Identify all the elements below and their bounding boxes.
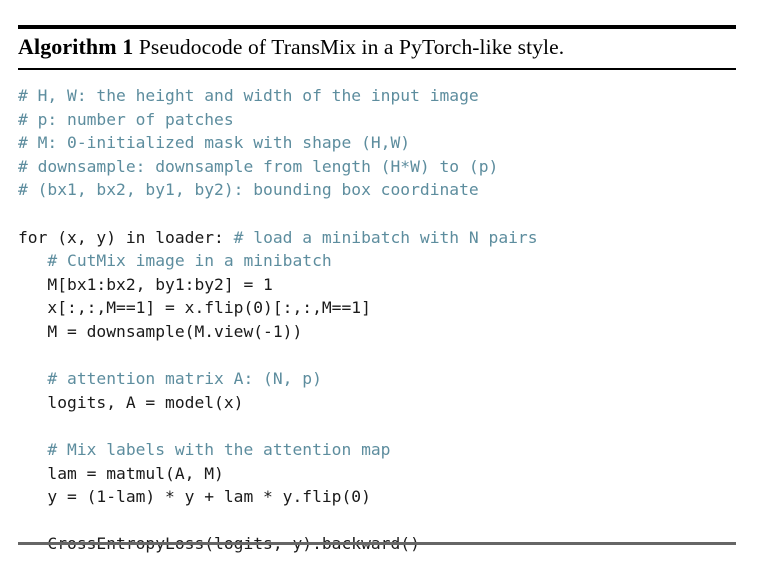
comment-span: # load a minibatch with N pairs: [233, 227, 538, 247]
code-line-comment: # p: number of patches: [18, 109, 234, 129]
algorithm-caption: Pseudocode of TransMix in a PyTorch-like…: [133, 35, 565, 59]
code-line-code: y = (1-lam) * y + lam * y.flip(0): [18, 487, 371, 507]
code-line-code: M[bx1:bx2, by1:by2] = 1: [18, 274, 273, 294]
algorithm-number-label: Algorithm 1: [18, 34, 134, 59]
algorithm-block: Algorithm 1 Pseudocode of TransMix in a …: [18, 0, 736, 562]
code-line-code: x[:,:,M==1] = x.flip(0)[:,:,M==1]: [18, 298, 371, 318]
code-line-comment: # M: 0-initialized mask with shape (H,W): [18, 133, 411, 153]
algorithm-header-rule: [18, 68, 736, 70]
code-line-comment: # downsample: downsample from length (H*…: [18, 156, 499, 176]
code-line-code: logits, A = model(x): [18, 392, 244, 412]
code-span: for (x, y) in loader:: [18, 227, 234, 247]
code-line-code: lam = matmul(A, M): [18, 463, 224, 483]
code-line-comment: # Mix labels with the attention map: [18, 439, 391, 459]
algorithm-title: Algorithm 1 Pseudocode of TransMix in a …: [18, 33, 736, 61]
code-line-comment: # attention matrix A: (N, p): [18, 369, 322, 389]
code-line-comment: # (bx1, bx2, by1, by2): bounding box coo…: [18, 180, 479, 200]
code-line-mixed: for (x, y) in loader: # load a minibatch…: [18, 226, 736, 250]
algorithm-top-rule: [18, 25, 736, 29]
pseudocode-listing: # H, W: the height and width of the inpu…: [18, 84, 736, 556]
code-line-code: M = downsample(M.view(-1)): [18, 321, 303, 341]
code-line-comment: # CutMix image in a minibatch: [18, 251, 332, 271]
code-line-comment: # H, W: the height and width of the inpu…: [18, 86, 479, 105]
algorithm-bottom-rule: [18, 542, 736, 545]
